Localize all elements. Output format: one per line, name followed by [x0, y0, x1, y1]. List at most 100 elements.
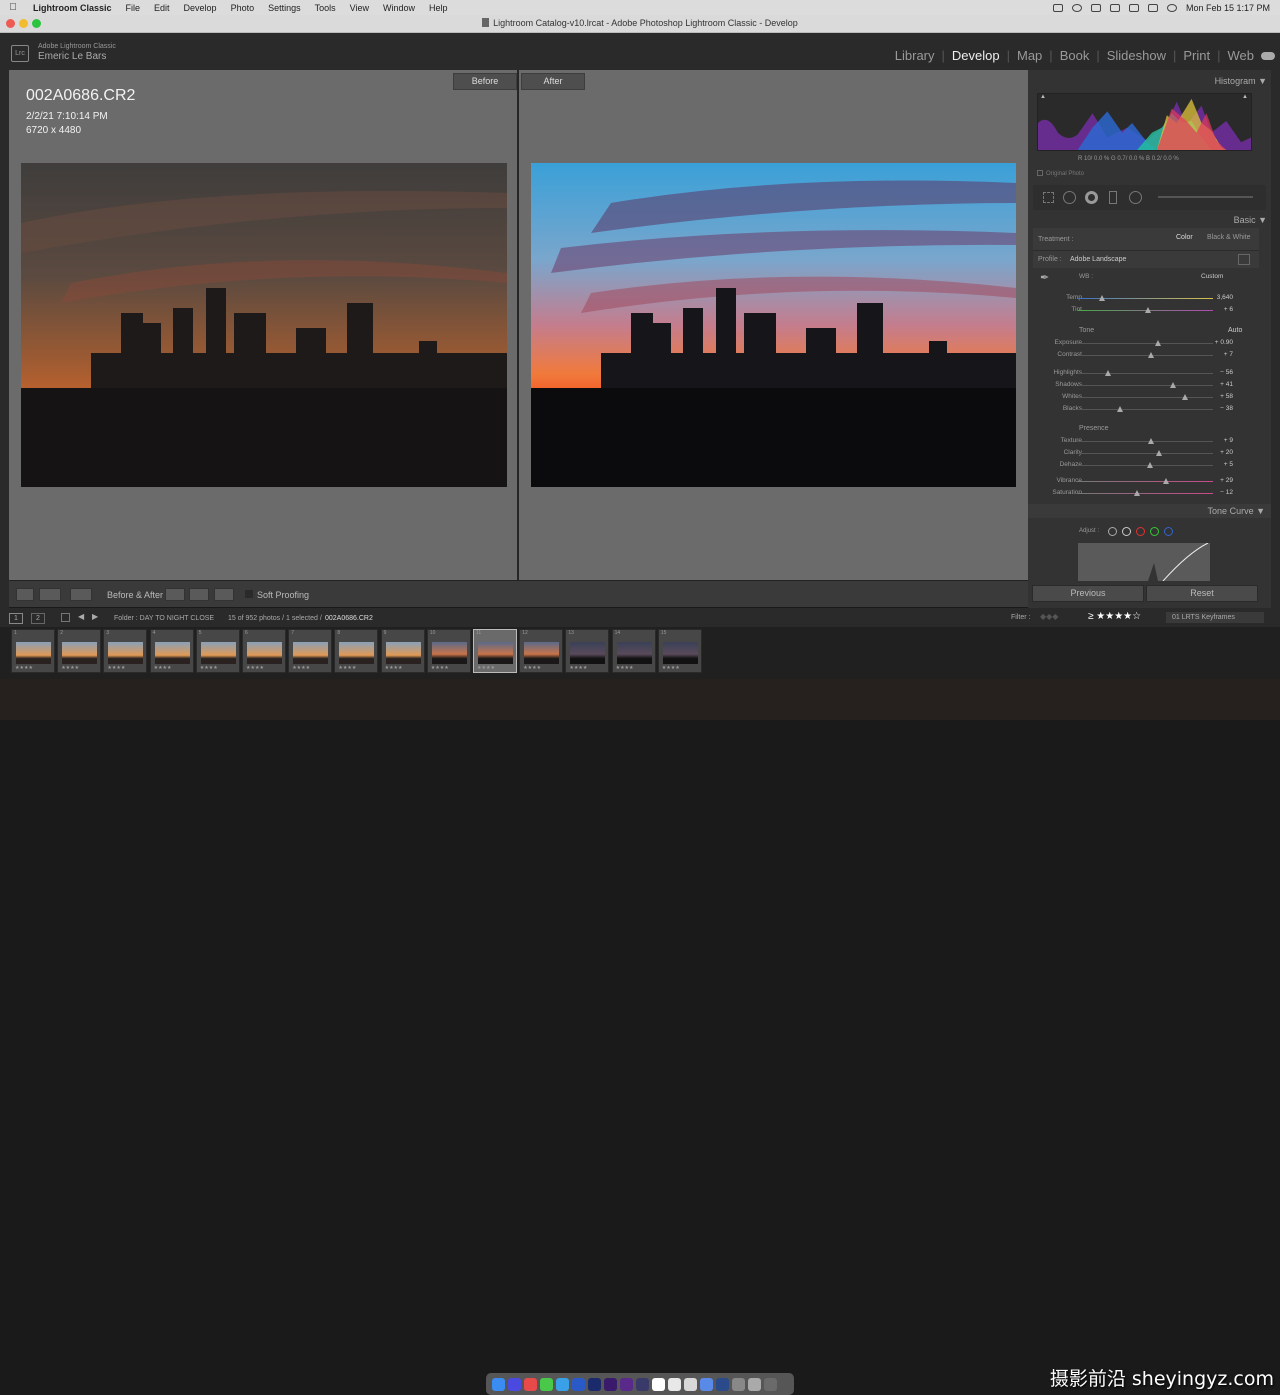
- module-slideshow[interactable]: Slideshow: [1107, 48, 1166, 63]
- dropbox-icon[interactable]: [1090, 3, 1101, 12]
- safari-icon[interactable]: [540, 1377, 553, 1391]
- slider-value[interactable]: + 0.90: [1215, 339, 1233, 346]
- wifi-icon[interactable]: [1147, 3, 1158, 12]
- module-print[interactable]: Print: [1183, 48, 1210, 63]
- folder-icon[interactable]: [748, 1377, 761, 1391]
- slider-tint[interactable]: Tint + 6: [1028, 305, 1271, 316]
- menu-view[interactable]: View: [343, 3, 376, 13]
- spot-removal-icon[interactable]: [1063, 191, 1076, 204]
- filmstrip-thumbnail[interactable]: 3 ★★★★: [103, 629, 148, 673]
- slider-contrast[interactable]: Contrast + 7: [1028, 350, 1271, 361]
- slider-value[interactable]: + 9: [1224, 437, 1233, 444]
- apple-icon[interactable]: : [0, 2, 26, 13]
- slider-temp[interactable]: Temp 3,640: [1028, 293, 1271, 304]
- grid-view-icon[interactable]: [61, 613, 70, 622]
- slider-track[interactable]: [1078, 453, 1213, 454]
- steam-icon[interactable]: [716, 1377, 729, 1391]
- slider-texture[interactable]: Texture + 9: [1028, 436, 1271, 447]
- filmstrip-thumbnail[interactable]: 6 ★★★★: [242, 629, 286, 673]
- module-library[interactable]: Library: [895, 48, 935, 63]
- filmstrip-thumbnail[interactable]: 5 ★★★★: [195, 629, 240, 673]
- tone-curve-graph[interactable]: [1078, 542, 1210, 582]
- slider-knob[interactable]: [1145, 307, 1152, 313]
- clock-icon[interactable]: [652, 1377, 665, 1391]
- filmstrip-thumbnail[interactable]: 7 ★★★★: [288, 629, 333, 673]
- treatment-color-button[interactable]: Color: [1176, 234, 1193, 241]
- menu-settings[interactable]: Settings: [261, 3, 308, 13]
- slider-knob[interactable]: [1147, 438, 1154, 444]
- tone-curve-header[interactable]: Tone Curve ▼: [1028, 504, 1271, 518]
- menu-file[interactable]: File: [119, 3, 148, 13]
- point-curve-icon[interactable]: [1122, 527, 1131, 536]
- slider-value[interactable]: − 12: [1220, 489, 1233, 496]
- wb-dropdown[interactable]: Custom: [1201, 273, 1223, 280]
- filmstrip-thumbnail[interactable]: 4 ★★★★: [149, 629, 194, 673]
- original-photo-label[interactable]: Original Photo: [1037, 170, 1084, 177]
- slider-value[interactable]: + 7: [1224, 351, 1233, 358]
- parametric-curve-icon[interactable]: [1108, 527, 1117, 536]
- lrc-icon[interactable]: [572, 1377, 585, 1391]
- soft-proofing-checkbox[interactable]: [245, 590, 253, 598]
- basic-header[interactable]: Basic ▼: [1032, 215, 1267, 225]
- selected-file-name[interactable]: 002A0686.CR2: [325, 615, 373, 622]
- slider-knob[interactable]: [1104, 370, 1111, 376]
- flag-filters-icon[interactable]: ◆◆◆: [1040, 612, 1058, 621]
- filmstrip-thumbnail[interactable]: 9 ★★★★: [380, 629, 425, 673]
- auto-tone-button[interactable]: Auto: [1228, 327, 1242, 334]
- radial-filter-icon[interactable]: [1129, 191, 1142, 204]
- menu-window[interactable]: Window: [376, 3, 422, 13]
- volume-icon[interactable]: [1109, 3, 1120, 12]
- filmstrip-thumbnail[interactable]: 15 ★★★★: [657, 629, 702, 673]
- slider-vibrance[interactable]: Vibrance + 29: [1028, 476, 1271, 487]
- red-channel-icon[interactable]: [1136, 527, 1145, 536]
- forward-arrow-icon[interactable]: ▶: [92, 612, 98, 621]
- slider-value[interactable]: + 29: [1220, 477, 1233, 484]
- module-develop[interactable]: Develop: [952, 48, 1000, 63]
- slider-knob[interactable]: [1156, 450, 1162, 456]
- menu-tools[interactable]: Tools: [308, 3, 343, 13]
- slider-dehaze[interactable]: Dehaze + 5: [1028, 460, 1271, 471]
- slider-knob[interactable]: [1116, 406, 1123, 412]
- slider-track[interactable]: [1078, 493, 1213, 494]
- previous-button[interactable]: Previous: [1032, 585, 1144, 602]
- before-after-mode-button[interactable]: [70, 588, 92, 601]
- module-web[interactable]: Web: [1228, 48, 1255, 63]
- slider-track[interactable]: [1078, 343, 1213, 344]
- left-panel-collapsed[interactable]: [0, 70, 9, 608]
- compare-view-button[interactable]: [39, 588, 61, 601]
- slider-knob[interactable]: [1134, 490, 1141, 496]
- slider-value[interactable]: + 5: [1224, 461, 1233, 468]
- slider-value[interactable]: + 41: [1220, 381, 1233, 388]
- filmstrip-thumbnail[interactable]: 1 ★★★★: [11, 629, 55, 673]
- slider-track[interactable]: [1078, 373, 1213, 374]
- menu-edit[interactable]: Edit: [147, 3, 177, 13]
- slider-knob[interactable]: [1099, 295, 1106, 301]
- search-icon[interactable]: [1166, 3, 1177, 12]
- menu-app-name[interactable]: Lightroom Classic: [26, 3, 119, 13]
- before-photo[interactable]: [21, 163, 507, 487]
- green-channel-icon[interactable]: [1150, 527, 1159, 536]
- right-panel-edge[interactable]: [1271, 70, 1280, 608]
- copy-before-to-after-button[interactable]: [165, 588, 185, 601]
- filmstrip-thumbnail[interactable]: 2 ★★★★: [57, 629, 102, 673]
- siri-icon[interactable]: [508, 1377, 521, 1391]
- slider-knob[interactable]: [1146, 462, 1153, 468]
- slider-value[interactable]: − 38: [1220, 405, 1233, 412]
- second-window-button[interactable]: 2: [31, 613, 45, 624]
- module-book[interactable]: Book: [1060, 48, 1090, 63]
- filmstrip-thumbnail[interactable]: 13 ★★★★: [565, 629, 610, 673]
- calendar-icon[interactable]: [668, 1377, 681, 1391]
- loupe-view-button[interactable]: [16, 588, 34, 601]
- filmstrip-thumbnail[interactable]: 8 ★★★★: [334, 629, 379, 673]
- slider-value[interactable]: + 58: [1220, 393, 1233, 400]
- lightroom-icon[interactable]: [636, 1377, 649, 1391]
- slider-shadows[interactable]: Shadows + 41: [1028, 380, 1271, 391]
- histogram-header[interactable]: Histogram ▼: [1032, 76, 1267, 86]
- slider-value[interactable]: + 20: [1220, 449, 1233, 456]
- slider-blacks[interactable]: Blacks − 38: [1028, 404, 1271, 415]
- chrome-icon[interactable]: [524, 1377, 537, 1391]
- copy-after-to-before-button[interactable]: [189, 588, 209, 601]
- screen-icon[interactable]: [1052, 3, 1063, 12]
- slider-value[interactable]: + 6: [1224, 306, 1233, 313]
- main-window-button[interactable]: 1: [9, 613, 23, 624]
